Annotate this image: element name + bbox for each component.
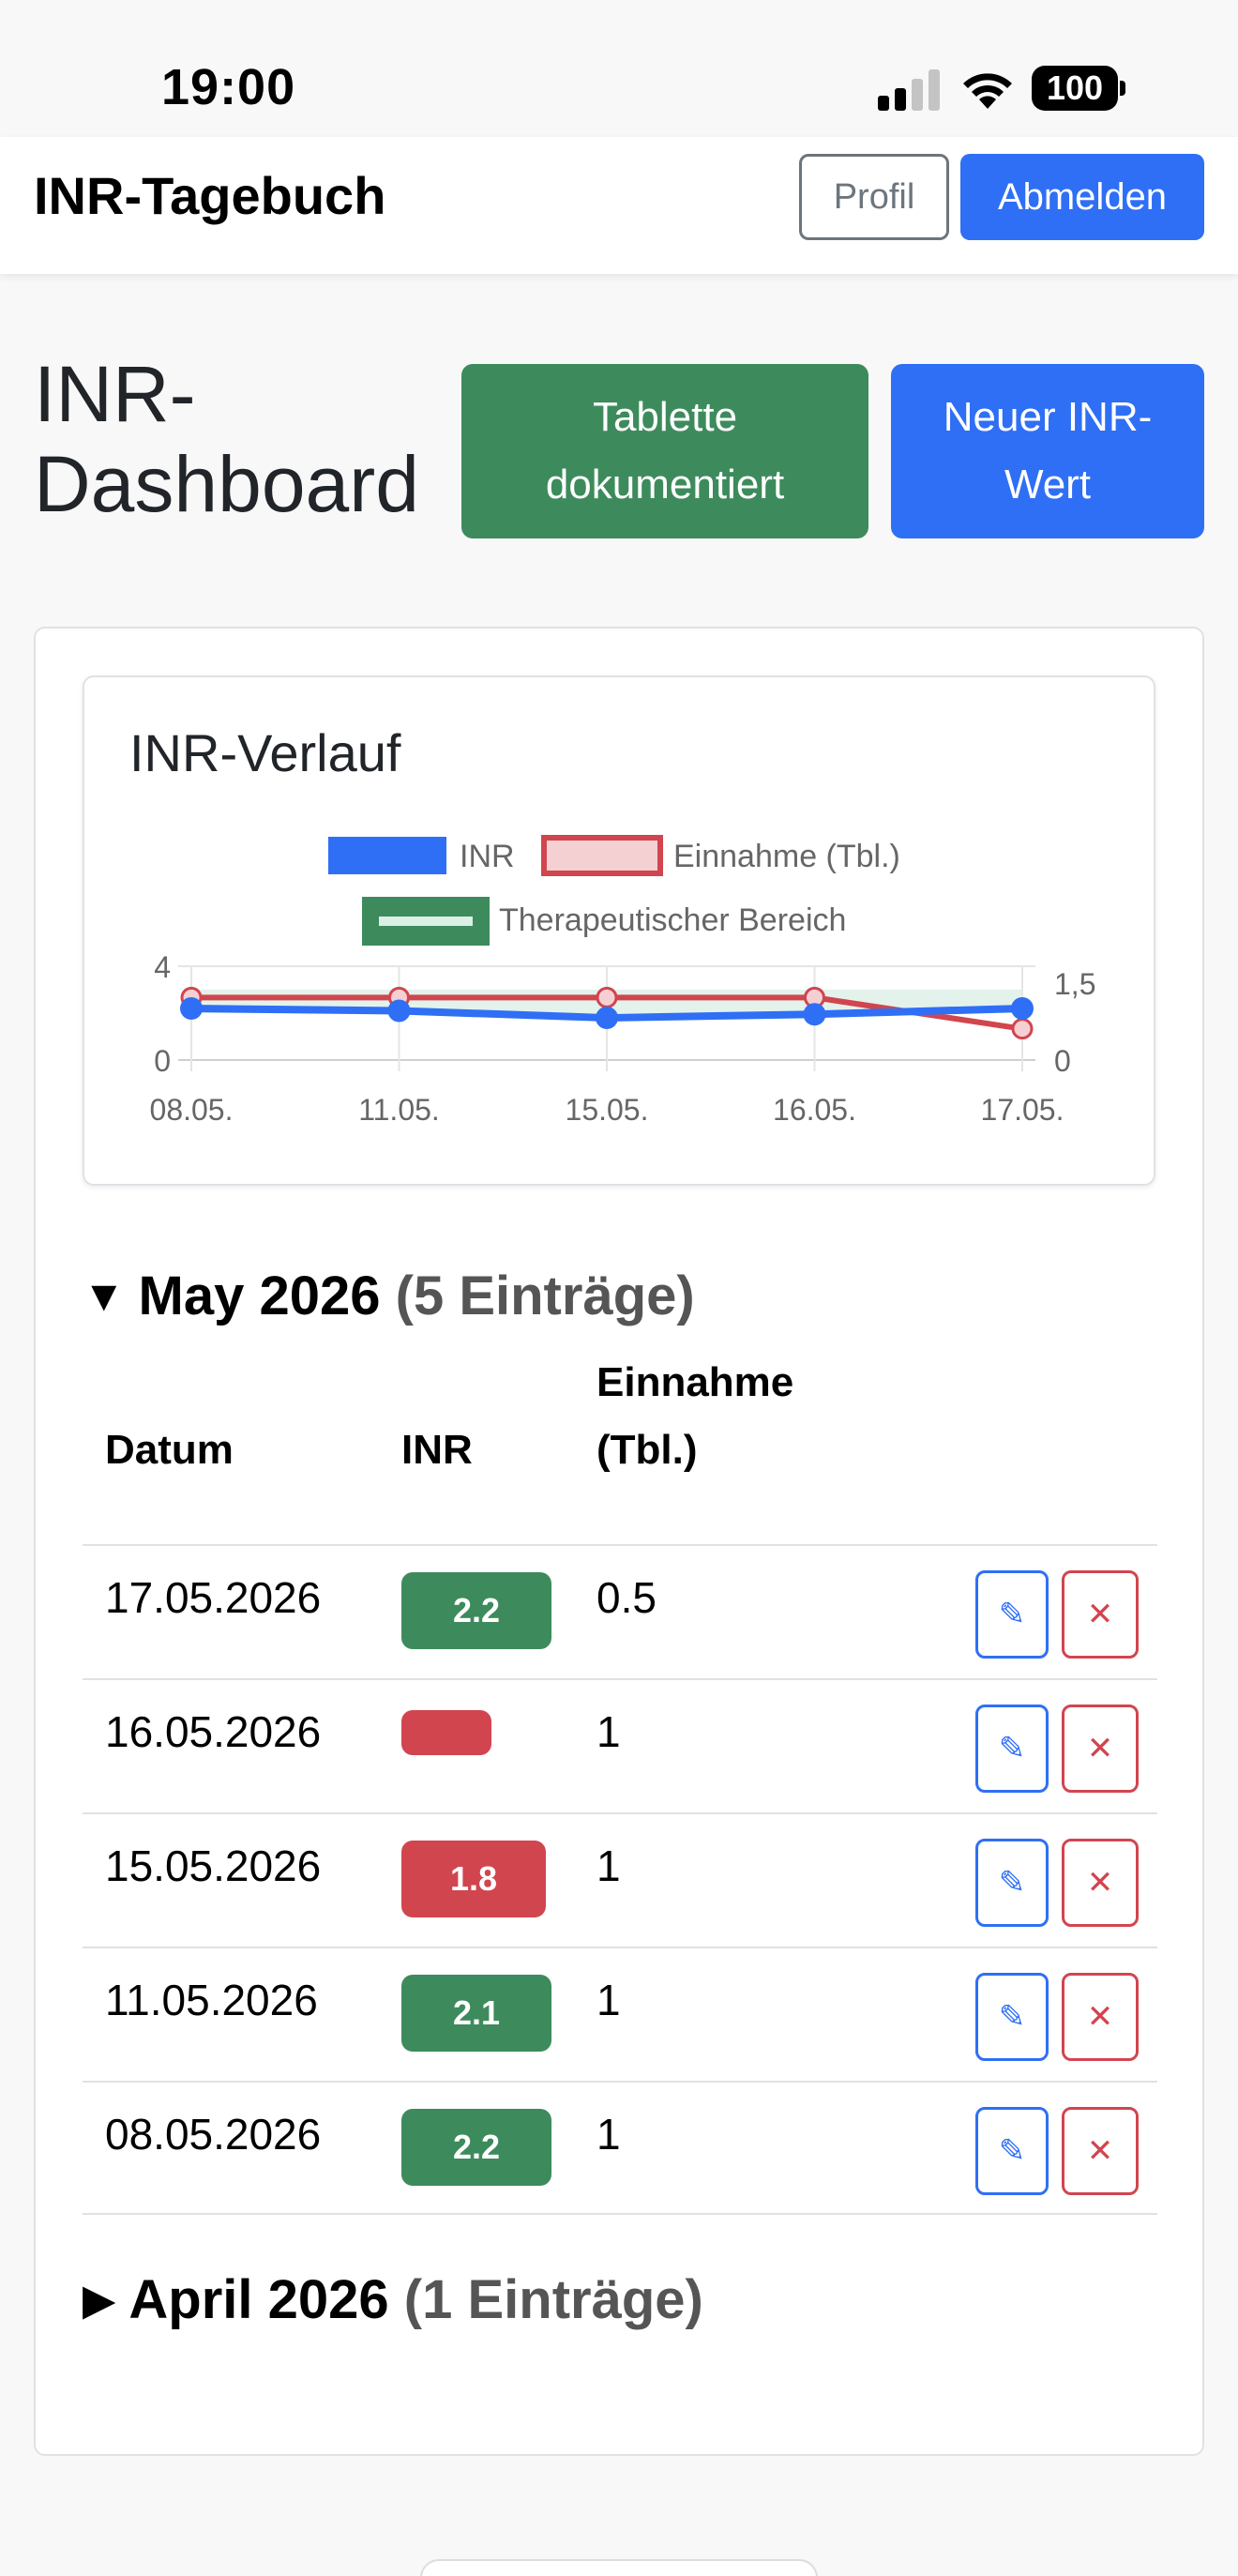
legend-swatch-range-inner [379,917,473,926]
data-point-inr [596,1007,618,1029]
pencil-icon: ✎ [998,1998,1026,2036]
delete-button[interactable]: ✕ [1062,1705,1139,1793]
table-row: 15.05.2026 1.8 1 ✎ ✕ [83,1812,1157,1947]
table-row: 08.05.2026 2.2 1 ✎ ✕ [83,2081,1157,2215]
tablette-dokumentiert-button[interactable]: Tablette dokumentiert [461,364,868,538]
x-tick-label: 16.05. [773,1093,856,1127]
close-icon: ✕ [1086,2132,1114,2170]
table-row: 11.05.2026 2.1 1 ✎ ✕ [83,1947,1157,2081]
table-row: 17.05.2026 2.2 0.5 ✎ ✕ [83,1544,1157,1678]
page-title: INR-Dashboard [34,350,419,528]
col-header-inr: INR [401,1427,473,1473]
data-point-inr [803,1003,826,1026]
y-right-tick: 0 [1054,1044,1071,1078]
edit-button[interactable]: ✎ [975,1705,1049,1793]
data-point-inr [387,999,411,1023]
cell-einnahme: 1 [596,1707,621,1756]
cell-einnahme: 1 [596,1841,621,1890]
month-label: April 2026 [128,2269,389,2330]
inr-badge: 2.2 [401,1572,551,1649]
inr-badge: 1.8 [401,1841,546,1917]
delete-button[interactable]: ✕ [1062,1839,1139,1927]
data-point-einnahme [596,986,618,1008]
edit-button[interactable]: ✎ [975,2107,1049,2195]
neuer-inr-wert-button[interactable]: Neuer INR-Wert [891,364,1204,538]
delete-button[interactable]: ✕ [1062,1570,1139,1659]
triangle-right-icon: ▶ [83,2275,116,2324]
home-indicator [420,2559,818,2576]
battery-level: 100 [1032,66,1118,111]
inr-badge: 2.1 [401,1975,551,2052]
month-count: (5 Einträge) [395,1265,695,1326]
cellular-signal-icon [878,69,940,111]
x-tick-label: 17.05. [981,1093,1064,1127]
y-right-tick: 1,5 [1054,967,1095,1001]
profil-button[interactable]: Profil [799,154,949,240]
main-card: INR-Verlauf INR Einnahme (Tbl.) Therapeuti… [34,627,1204,2456]
data-point-einnahme [1011,1018,1034,1040]
month-toggle-may-2026[interactable]: ▼ May 2026 (5 Einträge) [83,1265,695,1327]
cell-date: 16.05.2026 [105,1707,322,1756]
y-left-tick: 0 [154,1044,171,1078]
close-icon: ✕ [1086,1998,1114,2036]
x-tick-label: 08.05. [150,1093,234,1127]
wifi-icon [963,73,1012,109]
legend-swatch-einnahme [541,835,663,876]
navbar: INR-Tagebuch Profil Abmelden [0,137,1238,274]
inr-badge [401,1710,491,1755]
edit-button[interactable]: ✎ [975,1973,1049,2061]
status-time: 19:00 [161,59,296,115]
col-header-einnahme: Einnahme (Tbl.) [596,1359,794,1473]
brand-title[interactable]: INR-Tagebuch [34,165,385,226]
chart-card: INR-Verlauf INR Einnahme (Tbl.) Therapeuti… [83,675,1155,1186]
delete-button[interactable]: ✕ [1062,1973,1139,2061]
month-toggle-april-2026[interactable]: ▶ April 2026 (1 Einträge) [83,2268,703,2331]
close-icon: ✕ [1086,1596,1114,1633]
pencil-icon: ✎ [998,1730,1026,1767]
close-icon: ✕ [1086,1864,1114,1902]
cell-date: 17.05.2026 [105,1573,322,1622]
triangle-down-icon: ▼ [83,1271,126,1320]
cell-einnahme: 0.5 [596,1573,657,1622]
cell-einnahme: 1 [596,2110,621,2159]
battery-icon: 100 [1032,66,1125,111]
pencil-icon: ✎ [998,1596,1026,1633]
month-count: (1 Einträge) [403,2269,703,2330]
cell-einnahme: 1 [596,1976,621,2024]
abmelden-button[interactable]: Abmelden [960,154,1204,240]
month-label: May 2026 [138,1265,381,1326]
pencil-icon: ✎ [998,2132,1026,2170]
cell-date: 08.05.2026 [105,2110,322,2159]
pencil-icon: ✎ [998,1864,1026,1902]
legend-label: Therapeutischer Bereich [499,902,846,938]
legend-label: Einnahme (Tbl.) [673,839,900,874]
close-icon: ✕ [1086,1730,1114,1767]
cell-date: 11.05.2026 [105,1976,318,2024]
status-bar: 19:00 100 [0,0,1238,137]
col-header-datum: Datum [105,1427,234,1473]
edit-button[interactable]: ✎ [975,1570,1049,1659]
cell-date: 15.05.2026 [105,1841,322,1890]
y-left-tick: 4 [154,950,171,984]
table-row: 16.05.2026 1 ✎ ✕ [83,1678,1157,1812]
data-point-inr [180,997,203,1020]
legend-label: INR [460,839,515,874]
inr-chart: INR Einnahme (Tbl.) Therapeutischer Bereic… [150,835,1095,1127]
delete-button[interactable]: ✕ [1062,2107,1139,2195]
data-point-inr [1011,997,1034,1020]
x-tick-label: 15.05. [566,1093,649,1127]
x-tick-label: 11.05. [358,1093,440,1127]
inr-badge: 2.2 [401,2109,551,2186]
legend-swatch-inr [328,837,446,874]
edit-button[interactable]: ✎ [975,1839,1049,1927]
